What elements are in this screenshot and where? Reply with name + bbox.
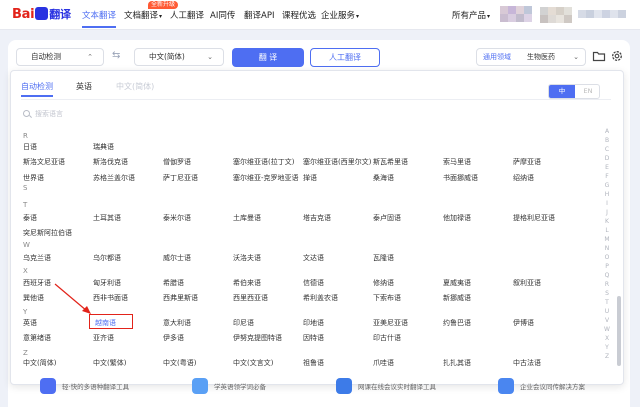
language-dropdown: 自动检测 英语 中文(简体) 中 EN 搜索语言 R S T W X Y Z 日… xyxy=(10,70,624,385)
chevron-down-icon: ▾ xyxy=(159,13,163,20)
nav-text-translate[interactable]: 文本翻译 xyxy=(82,9,117,28)
index-letter[interactable]: C xyxy=(602,146,612,153)
paw-icon xyxy=(35,7,49,20)
domain-select[interactable]: 通用领域 生物医药 ⌄ xyxy=(476,48,586,66)
nav-enterprise-label: 企业服务 xyxy=(321,11,356,21)
gear-icon[interactable] xyxy=(610,49,624,63)
index-letter[interactable]: A xyxy=(602,128,612,135)
index-letter[interactable]: G xyxy=(602,182,612,189)
index-letter[interactable]: E xyxy=(602,164,612,171)
scrollbar-thumb[interactable] xyxy=(617,296,621,366)
source-language-select[interactable]: 自动检测 ⌃ xyxy=(16,48,104,66)
index-letter[interactable]: V xyxy=(602,317,612,324)
logo-text-left: Bai xyxy=(12,7,35,22)
all-products-label: 所有产品 xyxy=(452,11,487,21)
nav-doc-translate[interactable]: 文档翻译▾ xyxy=(124,9,162,21)
domain-value: 生物医药 xyxy=(527,53,555,61)
index-letter[interactable]: D xyxy=(602,155,612,162)
new-badge: 全新升级 xyxy=(148,1,179,9)
nav-api[interactable]: 翻译API xyxy=(244,9,274,21)
annotation-arrow-icon xyxy=(54,283,91,314)
chevron-down-icon: ▾ xyxy=(356,13,360,20)
app-icon[interactable] xyxy=(192,378,208,394)
nav-enterprise[interactable]: 企业服务▾ xyxy=(321,9,359,21)
index-letter[interactable]: B xyxy=(602,137,612,144)
index-letter[interactable]: W xyxy=(602,326,612,333)
index-letter[interactable]: T xyxy=(602,299,612,306)
index-letter[interactable]: U xyxy=(602,308,612,315)
app-icon[interactable] xyxy=(498,378,514,394)
chevron-down-icon: ⌄ xyxy=(573,53,579,61)
index-letter[interactable]: P xyxy=(602,263,612,270)
index-letter[interactable]: H xyxy=(602,191,612,198)
footer-item[interactable]: 轻·快的多语种翻译工具 xyxy=(62,381,129,391)
target-language-label: 中文(简体) xyxy=(149,52,185,61)
nav-ai-interpret[interactable]: AI同传 xyxy=(210,9,235,21)
nav-human-translate[interactable]: 人工翻译 xyxy=(170,9,204,21)
chevron-down-icon: ⌄ xyxy=(207,53,213,61)
index-letter[interactable]: M xyxy=(602,236,612,243)
logo-text-right: 翻译 xyxy=(49,8,71,21)
index-letter[interactable]: K xyxy=(602,218,612,225)
domain-label: 通用领域 xyxy=(483,53,511,61)
footer-item[interactable]: 企业会议同传解决方案 xyxy=(520,381,585,391)
index-letter[interactable]: L xyxy=(602,227,612,234)
top-nav: Bai 翻译 文本翻译 文档翻译▾ 全新升级 人工翻译 AI同传 翻译API 课程… xyxy=(0,0,640,30)
index-letter[interactable]: F xyxy=(602,173,612,180)
index-letter[interactable]: Z xyxy=(602,353,612,360)
index-letter[interactable]: I xyxy=(602,200,612,207)
blurred-user-info xyxy=(500,4,632,26)
baidu-logo[interactable]: Bai 翻译 xyxy=(12,6,71,22)
all-products-menu[interactable]: 所有产品▾ xyxy=(452,9,490,21)
footer-item[interactable]: 网课在线会议实时翻译工具 xyxy=(358,381,436,391)
footer-item[interactable]: 学英语领学词必备 xyxy=(214,381,266,391)
index-letter[interactable]: Q xyxy=(602,272,612,279)
app-icon[interactable] xyxy=(40,378,56,394)
swap-icon[interactable]: ⇆ xyxy=(112,50,120,61)
index-letter[interactable]: J xyxy=(602,209,612,216)
nav-courses[interactable]: 课程优选 xyxy=(282,9,316,21)
index-letter[interactable]: S xyxy=(602,290,612,297)
index-letter[interactable]: R xyxy=(602,281,612,288)
index-letter[interactable]: O xyxy=(602,254,612,261)
chevron-down-icon: ▾ xyxy=(487,13,491,20)
nav-doc-translate-label: 文档翻译 xyxy=(124,11,159,21)
translate-button[interactable]: 翻 译 xyxy=(232,48,304,67)
source-language-label: 自动检测 xyxy=(31,52,61,61)
index-letter[interactable]: X xyxy=(602,335,612,342)
folder-icon[interactable] xyxy=(592,49,606,63)
target-language-select[interactable]: 中文(简体) ⌄ xyxy=(134,48,224,66)
index-letter[interactable]: Y xyxy=(602,344,612,351)
chevron-up-icon: ⌃ xyxy=(87,53,93,61)
index-letter[interactable]: N xyxy=(602,245,612,252)
app-icon[interactable] xyxy=(336,378,352,394)
human-translate-button[interactable]: 人工翻译 xyxy=(310,48,380,67)
